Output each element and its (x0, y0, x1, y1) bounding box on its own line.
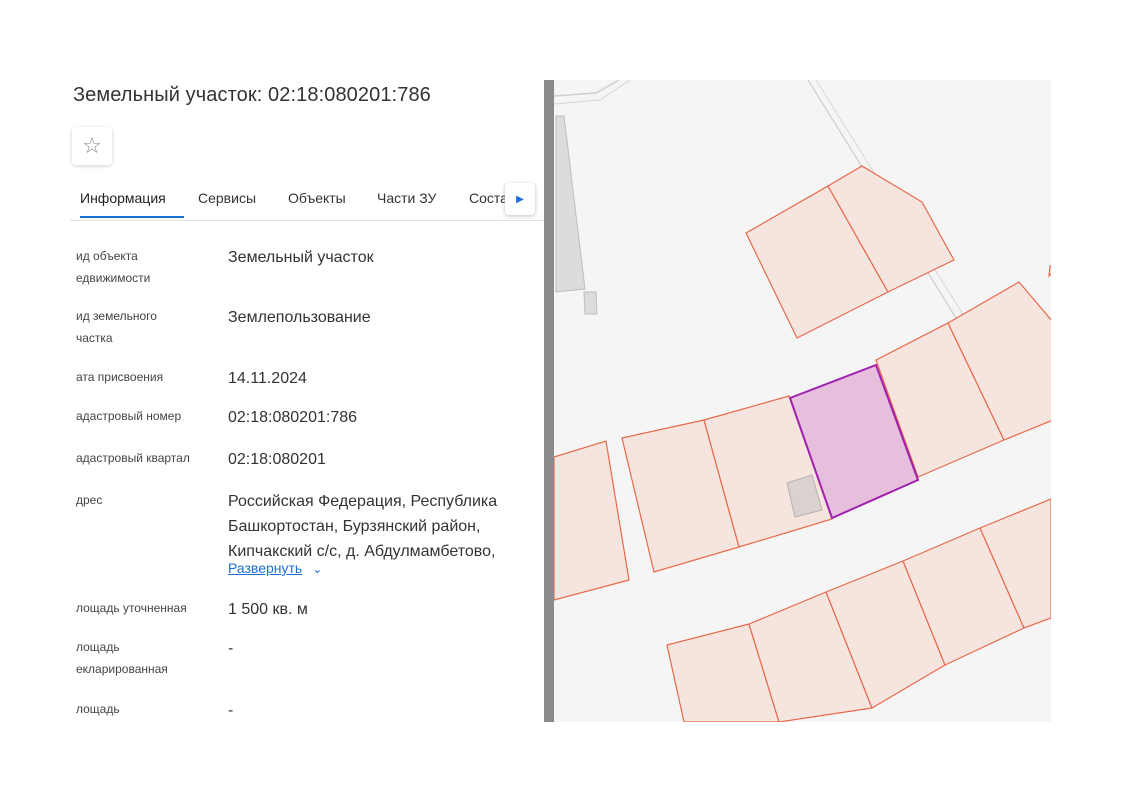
road-line (554, 80, 631, 105)
tabs-scroll-right-button[interactable]: ▶ (505, 183, 535, 215)
building-shape (555, 115, 586, 293)
tab-services[interactable]: Сервисы (198, 190, 256, 206)
cadastral-number-value: 02:18:080201:786 (228, 409, 358, 426)
address-value: Российская Федерация, Республика Башкорт… (228, 493, 498, 560)
tab-objects[interactable]: Объекты (288, 190, 346, 206)
land-parcel[interactable] (1048, 264, 1051, 278)
cadastral-number-label: адастровый номер (76, 409, 182, 423)
star-outline-icon: ☆ (82, 133, 102, 158)
active-tab-indicator (80, 216, 184, 218)
caret-right-icon: ▶ (516, 193, 524, 205)
panel-resize-divider[interactable] (544, 80, 554, 722)
cadastral-quarter-label: адастровый квартал (76, 451, 190, 465)
address-label: дрес (76, 493, 103, 507)
cadastral-quarter-value: 02:18:080201 (228, 451, 326, 468)
assign-date-label: ата присвоения (76, 370, 164, 384)
tab-parts[interactable]: Части ЗУ (377, 190, 436, 206)
tab-information[interactable]: Информация (80, 190, 166, 206)
area-value: - (228, 702, 234, 719)
chevron-down-icon: ⌄ (312, 562, 323, 576)
area-label: лощадь (76, 702, 120, 716)
area-declared-label: лощадь екларированная (76, 640, 168, 676)
cadastral-map[interactable] (554, 80, 1051, 722)
area-refined-label: лощадь уточненная (76, 601, 187, 615)
building-shape (583, 291, 598, 315)
land-parcel[interactable] (554, 440, 630, 601)
object-type-value: Земельный участок (228, 249, 374, 266)
object-type-label: ид объекта едвижимости (76, 249, 151, 285)
area-refined-value: 1 500 кв. м (228, 601, 308, 618)
assign-date-value: 14.11.2024 (228, 370, 307, 387)
expand-address-link[interactable]: Развернуть ⌄ (228, 560, 322, 576)
info-panel: Земельный участок: 02:18:080201:786 ☆ Ин… (0, 80, 544, 722)
tab-bar: Информация Сервисы Объекты Части ЗУ Сост… (70, 180, 544, 221)
page-title: Земельный участок: 02:18:080201:786 (73, 84, 431, 106)
favorite-button[interactable]: ☆ (72, 127, 112, 165)
land-type-label: ид земельного частка (76, 309, 157, 345)
area-declared-value: - (228, 640, 234, 657)
map-canvas[interactable] (554, 80, 1051, 722)
land-type-value: Землепользование (228, 309, 371, 326)
